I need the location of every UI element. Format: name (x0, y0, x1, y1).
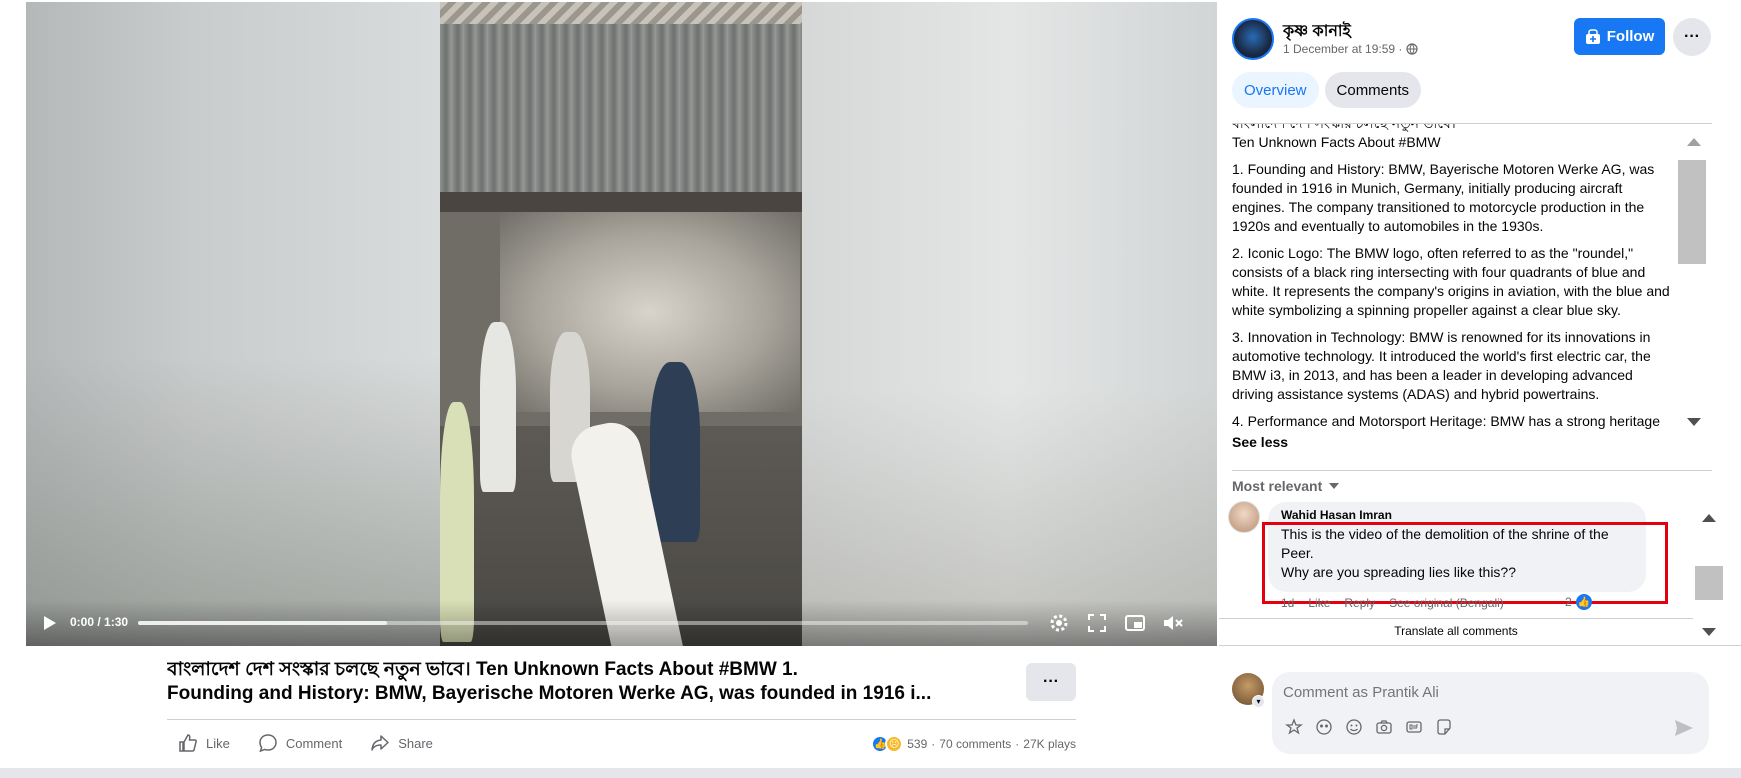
post-date: 1 December at 19:59 · (1283, 42, 1419, 56)
scrollbar-thumb[interactable] (1678, 160, 1706, 264)
panel-more-button[interactable]: ··· (1673, 18, 1711, 56)
share-icon (371, 735, 389, 751)
haze (500, 212, 800, 412)
video-blur-left (26, 2, 441, 646)
post-more-button[interactable]: ··· (1026, 663, 1076, 701)
sad-reaction-icon: ☹ (885, 735, 904, 753)
post-title-line2[interactable]: Founding and History: BMW, Bayerische Mo… (167, 682, 1007, 706)
post-title-line1: বাংলাদেশ দেশ সংস্কার চলছে নতুন ভাবে। Ten… (167, 659, 798, 680)
divider (1219, 645, 1741, 646)
see-less-link[interactable]: See less (1232, 433, 1677, 452)
comment-sort-dropdown[interactable]: Most relevant (1232, 478, 1340, 494)
video-player[interactable]: 0:00 / 1:30 (26, 2, 1217, 646)
thumbs-up-icon (179, 734, 197, 752)
post-actions: Like Comment Share (178, 733, 433, 753)
like-button[interactable]: Like (178, 733, 230, 753)
post-date-text[interactable]: 1 December at 19:59 · (1283, 42, 1402, 56)
scroll-down-arrow-icon[interactable] (1687, 418, 1701, 426)
video-time: 0:00 / 1:30 (70, 615, 129, 629)
comment-meta: 1d Like Reply See original (Bengali) (1281, 596, 1504, 610)
translate-all-comments-link[interactable]: Translate all comments (1219, 624, 1693, 638)
commenter-avatar[interactable] (1228, 501, 1260, 533)
comment-author[interactable]: Wahid Hasan Imran (1281, 508, 1392, 522)
roof-edge (440, 2, 802, 24)
tab-comments[interactable]: Comments (1324, 72, 1422, 108)
plays-count: 27K plays (1023, 737, 1076, 751)
scroll-down-arrow-icon[interactable] (1702, 628, 1716, 636)
video-progress-bar[interactable] (138, 621, 1028, 625)
video-blur-right (802, 2, 1217, 646)
globe-icon (1406, 43, 1419, 55)
scroll-up-arrow-icon[interactable] (1702, 514, 1716, 522)
comment-input[interactable] (1283, 681, 1683, 703)
person (480, 322, 516, 492)
panel-tabs: Overview Comments (1232, 72, 1422, 108)
scrollbar-thumb[interactable] (1695, 566, 1723, 600)
red-highlight-box (1262, 522, 1668, 604)
stats-separator: · (931, 737, 936, 751)
comments-count[interactable]: 70 comments (939, 737, 1011, 751)
tab-overview[interactable]: Overview (1232, 72, 1319, 108)
page-name[interactable]: কৃষ্ণ কানাই (1283, 18, 1351, 45)
follow-label: Follow (1606, 28, 1655, 45)
post-stats: 👍 ☹ 539 · 70 comments · 27K plays (871, 735, 1076, 753)
chevron-down-icon (1329, 483, 1340, 489)
video-frame (440, 2, 802, 646)
post-description: বাংলাদেশ দেশ সংস্কার চলছে নতুন ভাবে। Ten… (1232, 124, 1677, 456)
sticker-icon[interactable] (1435, 718, 1453, 736)
video-buffered (138, 621, 388, 625)
comment-icon (259, 734, 277, 753)
divider (1232, 470, 1712, 471)
share-button[interactable]: Share (370, 733, 433, 753)
scroll-up-arrow-icon[interactable] (1687, 138, 1701, 146)
comment-label: Comment (285, 735, 343, 751)
follow-button[interactable]: Follow (1574, 18, 1665, 55)
gif-icon[interactable] (1405, 718, 1423, 736)
desc-paragraph-3: 3. Innovation in Technology: BMW is reno… (1232, 329, 1651, 402)
picture-in-picture-icon[interactable] (1124, 612, 1146, 634)
comment-reply-link[interactable]: Reply (1344, 596, 1375, 610)
description-scrollbar[interactable] (1678, 124, 1708, 439)
comment-likes-number: 2 (1565, 595, 1572, 609)
desc-header-bn: বাংলাদেশ দেশ সংস্কার চলছে নতুন ভাবে। (1232, 124, 1677, 133)
comment-time[interactable]: 1d (1281, 596, 1294, 610)
avatar-sticker-icon[interactable] (1285, 718, 1303, 736)
post-viewer: 0:00 / 1:30 বাংলাদেশ দেশ সংস্কার চলছে নত… (0, 0, 1741, 778)
comment-sort-label: Most relevant (1232, 478, 1323, 494)
divider (167, 719, 1076, 720)
account-switch-chevron-icon[interactable]: ▾ (1252, 695, 1265, 708)
comment-button[interactable]: Comment (258, 733, 342, 753)
emoji-icon[interactable] (1345, 718, 1363, 736)
roof (440, 2, 802, 192)
send-icon[interactable] (1674, 719, 1694, 737)
camera-icon[interactable] (1375, 718, 1393, 736)
like-label: Like (206, 735, 230, 751)
reaction-count[interactable]: 539 (907, 737, 927, 751)
post-title: বাংলাদেশ দেশ সংস্কার চলছে নতুন ভাবে। Ten… (167, 658, 1007, 706)
composer-toolbar (1285, 718, 1453, 736)
comments-scrollbar[interactable] (1695, 500, 1723, 648)
avatar-icon[interactable] (1315, 718, 1333, 736)
person (650, 362, 700, 542)
settings-icon[interactable] (1048, 612, 1070, 634)
volume-muted-icon[interactable] (1162, 612, 1184, 634)
desc-paragraph-1: 1. Founding and History: BMW, Bayerische… (1232, 161, 1655, 234)
desc-paragraph-4: 4. Performance and Motorsport Heritage: … (1232, 413, 1660, 429)
play-icon[interactable] (40, 614, 58, 632)
page-avatar[interactable] (1232, 18, 1274, 60)
desc-paragraph-2: 2. Iconic Logo: The BMW logo, often refe… (1232, 245, 1670, 318)
stats-separator: · (1015, 737, 1020, 751)
video-controls: 0:00 / 1:30 (26, 600, 1217, 646)
share-label: Share (398, 735, 433, 751)
comment-like-count[interactable]: 2 👍 (1565, 594, 1592, 610)
page-bottom-strip (0, 768, 1741, 778)
fullscreen-icon[interactable] (1086, 612, 1108, 634)
beam (440, 192, 802, 212)
follow-icon (1585, 28, 1600, 44)
divider (1219, 618, 1693, 619)
desc-header-en: Ten Unknown Facts About #BMW (1232, 134, 1441, 150)
comment-like-link[interactable]: Like (1308, 596, 1330, 610)
see-original-link[interactable]: See original (Bengali) (1389, 596, 1504, 610)
like-reaction-icon: 👍 (1575, 594, 1592, 610)
